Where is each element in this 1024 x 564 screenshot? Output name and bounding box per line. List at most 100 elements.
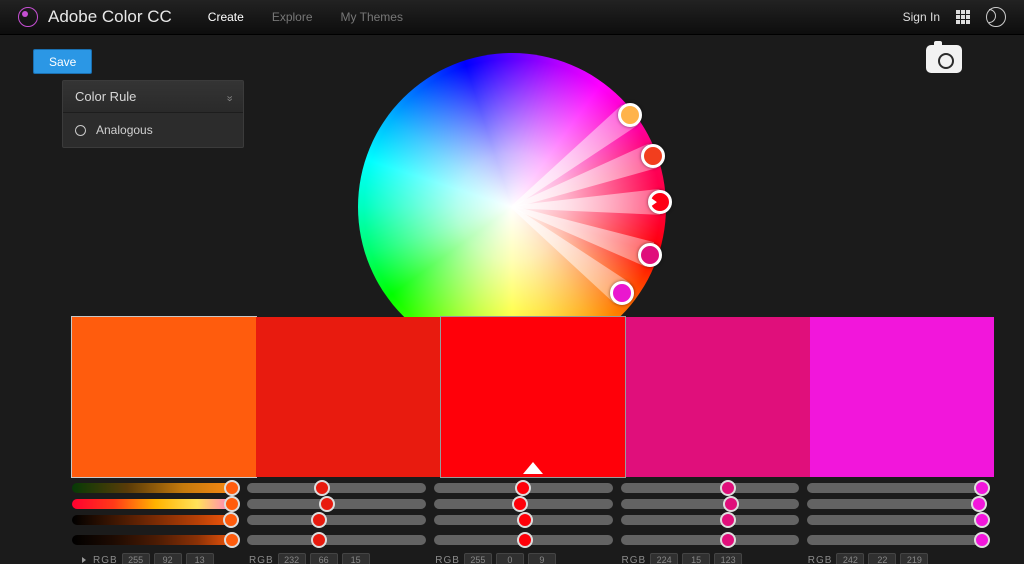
slider-handle[interactable] (720, 512, 736, 528)
slider-handle[interactable] (311, 512, 327, 528)
wheel-marker[interactable] (618, 103, 642, 127)
swatch[interactable] (625, 317, 809, 477)
brand-icon (18, 7, 38, 27)
rgb-cell: RGB 232 66 15 (249, 553, 435, 564)
swatch[interactable] (72, 317, 256, 477)
slider-track[interactable] (247, 499, 426, 509)
rgb-value[interactable]: 0 (496, 553, 524, 564)
color-rule-header[interactable]: Color Rule » (63, 81, 243, 113)
slider-track[interactable] (72, 499, 239, 509)
signin-link[interactable]: Sign In (903, 10, 940, 24)
slider-handle[interactable] (517, 512, 533, 528)
rgb-label: RGB (622, 555, 647, 564)
slider-handle[interactable] (515, 480, 531, 496)
mode-arrow-icon[interactable] (82, 557, 86, 563)
slider-track[interactable] (247, 535, 426, 545)
color-wheel[interactable] (358, 53, 666, 361)
slider-handle[interactable] (319, 496, 335, 512)
slider-track[interactable] (434, 499, 613, 509)
swatch-strip (72, 317, 994, 477)
swatch[interactable] (256, 317, 440, 477)
stage: Save Color Rule » Analogous RGB2559213RG… (0, 35, 1024, 564)
rgb-cell: RGB224 15 123 (622, 553, 808, 564)
wheel-marker[interactable] (638, 243, 662, 267)
nav-create[interactable]: Create (208, 10, 244, 24)
slider-track[interactable] (72, 515, 239, 525)
slider-handle[interactable] (971, 496, 987, 512)
rgb-value[interactable]: 9 (528, 553, 556, 564)
slider-handle[interactable] (723, 496, 739, 512)
slider-track[interactable] (807, 499, 986, 509)
slider-handle[interactable] (517, 532, 533, 548)
slider-handle[interactable] (224, 532, 240, 548)
slider-track[interactable] (434, 483, 613, 493)
slider-track[interactable] (621, 483, 800, 493)
slider-track[interactable] (807, 535, 986, 545)
apps-grid-icon[interactable] (956, 10, 970, 24)
rgb-value[interactable]: 255 (122, 553, 150, 564)
slider-track[interactable] (247, 515, 426, 525)
rgb-value[interactable]: 255 (464, 553, 492, 564)
rgb-value[interactable]: 242 (836, 553, 864, 564)
rule-label: Analogous (96, 123, 153, 137)
slider-track[interactable] (621, 499, 800, 509)
swatch[interactable] (810, 317, 994, 477)
slider-track[interactable] (621, 515, 800, 525)
slider-column (247, 483, 434, 551)
rgb-value[interactable]: 15 (682, 553, 710, 564)
slider-handle[interactable] (311, 532, 327, 548)
creative-cloud-icon[interactable] (986, 7, 1006, 27)
rgb-value[interactable]: 66 (310, 553, 338, 564)
rgb-value[interactable]: 92 (154, 553, 182, 564)
slider-block (72, 483, 994, 551)
swatch[interactable] (441, 317, 625, 477)
slider-handle[interactable] (512, 496, 528, 512)
slider-handle[interactable] (720, 480, 736, 496)
slider-column (807, 483, 994, 551)
rgb-value[interactable]: 22 (868, 553, 896, 564)
rgb-cell: RGB24222219 (808, 553, 994, 564)
slider-track[interactable] (434, 515, 613, 525)
wheel-marker[interactable] (641, 144, 665, 168)
rgb-cell: RGB 255 92 13 (72, 553, 249, 564)
nav-explore[interactable]: Explore (272, 10, 313, 24)
rgb-label: RGB (249, 555, 274, 564)
slider-track[interactable] (621, 535, 800, 545)
chevron-down-icon: » (223, 95, 235, 98)
rgb-label: RGB (435, 555, 460, 564)
slider-handle[interactable] (224, 480, 240, 496)
brand-text: Adobe Color CC (48, 7, 172, 27)
rgb-value[interactable]: 15 (342, 553, 370, 564)
slider-handle[interactable] (224, 496, 240, 512)
slider-column (434, 483, 621, 551)
wheel-marker[interactable] (610, 281, 634, 305)
slider-track[interactable] (247, 483, 426, 493)
slider-track[interactable] (72, 483, 239, 493)
base-swatch-indicator-icon (523, 462, 543, 474)
rgb-readout-row: RGB2559213RGB2326615RGB25509RGB22415123R… (72, 553, 994, 564)
rgb-value[interactable]: 224 (650, 553, 678, 564)
color-rule-panel: Color Rule » Analogous (62, 80, 244, 148)
slider-handle[interactable] (974, 532, 990, 548)
slider-column (621, 483, 808, 551)
rgb-value[interactable]: 13 (186, 553, 214, 564)
slider-handle[interactable] (314, 480, 330, 496)
slider-handle[interactable] (720, 532, 736, 548)
slider-track[interactable] (807, 515, 986, 525)
rgb-value[interactable]: 123 (714, 553, 742, 564)
color-rule-title: Color Rule (75, 89, 136, 104)
rgb-label: RGB (93, 555, 118, 564)
slider-track[interactable] (807, 483, 986, 493)
save-button[interactable]: Save (33, 49, 92, 74)
slider-track[interactable] (434, 535, 613, 545)
slider-handle[interactable] (974, 512, 990, 528)
slider-handle[interactable] (974, 480, 990, 496)
rgb-value[interactable]: 232 (278, 553, 306, 564)
slider-handle[interactable] (223, 512, 239, 528)
color-rule-option[interactable]: Analogous (63, 113, 243, 147)
nav-mythemes[interactable]: My Themes (341, 10, 403, 24)
camera-icon[interactable] (926, 45, 962, 73)
slider-track[interactable] (72, 535, 239, 545)
top-bar: Adobe Color CC Create Explore My Themes … (0, 0, 1024, 35)
rgb-value[interactable]: 219 (900, 553, 928, 564)
